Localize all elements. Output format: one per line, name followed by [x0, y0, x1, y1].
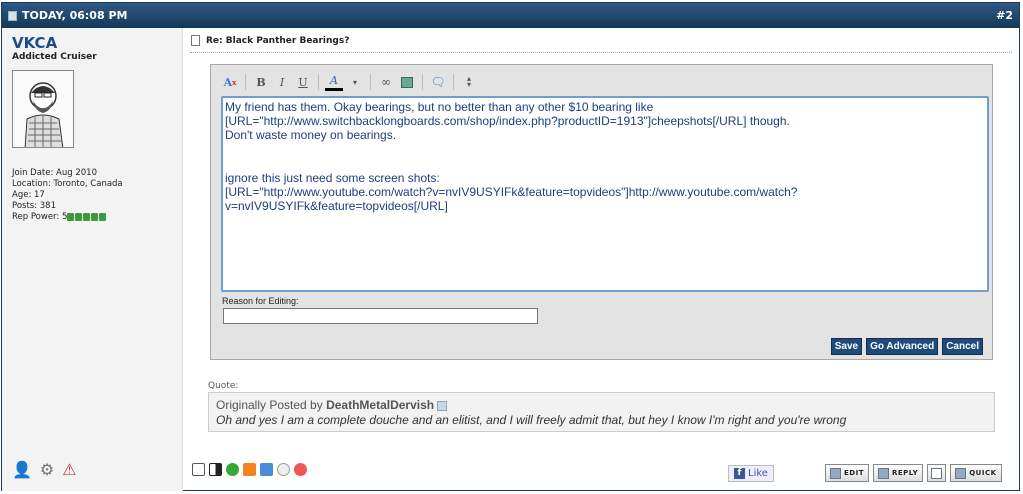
text-color-button[interactable]: A — [325, 73, 343, 91]
post-container: TODAY, 06:08 PM #2 VKCA Addicted Cruiser… — [1, 2, 1020, 491]
message-textarea[interactable]: My friend has them. Okay bearings, but n… — [221, 96, 989, 292]
insert-image-icon[interactable] — [398, 73, 416, 91]
multi-quote-button[interactable] — [927, 464, 947, 482]
insert-link-icon[interactable]: ∞ — [377, 73, 395, 91]
underline-button[interactable]: U — [294, 73, 312, 91]
reputation-bar[interactable] — [67, 212, 107, 221]
reason-label: Reason for Editing: — [222, 296, 299, 306]
reply-icon — [877, 467, 889, 479]
post-page-icon — [191, 35, 200, 46]
post-count: Posts: 381 — [12, 201, 57, 211]
rep-block — [91, 212, 99, 221]
rep-block — [99, 212, 107, 221]
post-date-text: TODAY, 06:08 PM — [22, 9, 128, 22]
editor-buttons: Save Go Advanced Cancel — [830, 338, 983, 355]
save-button[interactable]: Save — [830, 338, 863, 355]
post-title-row: Re: Black Panther Bearings? — [191, 35, 349, 46]
delicious-icon[interactable] — [209, 463, 222, 476]
toolbar-separator — [422, 74, 423, 90]
toolbar-separator — [370, 74, 371, 90]
rep-power: Rep Power: 5 — [12, 212, 123, 223]
multi-quote-icon — [931, 467, 943, 479]
quick-reply-icon — [955, 467, 967, 479]
reply-button[interactable]: REPLY — [872, 464, 924, 482]
user-info: Join Date: Aug 2010 Location: Toronto, C… — [12, 168, 123, 223]
user-profile-icon[interactable]: 👤 — [12, 460, 32, 479]
user-action-icons: 👤 ⚙ ⚠ — [12, 460, 77, 479]
rep-power-label: Rep Power: 5 — [12, 212, 68, 222]
rep-block — [83, 212, 91, 221]
blogger-icon[interactable] — [243, 463, 256, 476]
stumbleupon-icon[interactable] — [226, 463, 239, 476]
social-bookmarks — [192, 463, 307, 476]
title-divider — [190, 52, 1012, 53]
rep-block — [67, 212, 75, 221]
cancel-button[interactable]: Cancel — [942, 338, 983, 355]
italic-button[interactable]: I — [273, 73, 291, 91]
resize-editor-icon[interactable]: ▴ ▾ — [460, 73, 478, 91]
edit-button[interactable]: EDIT — [825, 464, 869, 482]
facebook-like-button[interactable]: f Like — [728, 465, 774, 482]
quote-prefix: Originally Posted by — [216, 398, 327, 412]
quote-box: Originally Posted by DeathMetalDervish O… — [208, 392, 995, 432]
reddit-icon[interactable] — [277, 463, 290, 476]
reply-label: REPLY — [891, 469, 919, 477]
edit-label: EDIT — [844, 469, 864, 477]
post-header: TODAY, 06:08 PM #2 — [2, 3, 1019, 28]
post-title: Re: Black Panther Bearings? — [206, 35, 350, 46]
facebook-icon: f — [734, 468, 745, 479]
post-number-link[interactable]: #2 — [996, 9, 1013, 22]
quick-edit-editor: Ax B I U A ▾ ∞ 🗨 ▴ ▾ My friend has them. … — [210, 64, 993, 360]
post-date: TODAY, 06:08 PM — [8, 9, 127, 22]
user-avatar[interactable] — [12, 70, 74, 148]
user-sidebar: VKCA Addicted Cruiser Join Date: Aug 201… — [2, 28, 183, 491]
location: Location: Toronto, Canada — [12, 179, 123, 189]
editor-toolbar: Ax B I U A ▾ ∞ 🗨 ▴ ▾ — [221, 71, 478, 93]
post-doc-icon — [8, 10, 17, 21]
reason-input[interactable] — [223, 308, 538, 324]
digg-icon[interactable] — [192, 463, 205, 476]
like-label: Like — [748, 468, 768, 479]
join-date: Join Date: Aug 2010 — [12, 168, 97, 178]
bold-button[interactable]: B — [252, 73, 270, 91]
technorati-icon[interactable] — [294, 463, 307, 476]
user-title: Addicted Cruiser — [12, 52, 97, 62]
rep-block — [75, 212, 83, 221]
quote-text: Oh and yes I am a complete douche and an… — [216, 413, 847, 427]
avatar-drawing-icon — [13, 71, 73, 147]
post-actions: EDIT REPLY QUICK — [825, 464, 1002, 482]
quote-author: DeathMetalDervish — [326, 398, 435, 412]
quote-attribution: Originally Posted by DeathMetalDervish — [216, 398, 987, 412]
age: Age: 17 — [12, 190, 45, 200]
google-bookmark-icon[interactable] — [260, 463, 273, 476]
report-post-icon[interactable]: ⚠ — [62, 460, 76, 479]
reputation-icon[interactable]: ⚙ — [40, 460, 54, 479]
edit-icon — [830, 467, 841, 479]
quick-reply-button[interactable]: QUICK — [950, 464, 1002, 482]
username-link[interactable]: VKCA — [12, 34, 57, 52]
toolbar-separator — [318, 74, 319, 90]
insert-quote-icon[interactable]: 🗨 — [429, 73, 447, 91]
quick-label: QUICK — [969, 469, 997, 477]
toolbar-separator — [245, 74, 246, 90]
color-dropdown-icon[interactable]: ▾ — [346, 73, 364, 91]
toolbar-separator — [453, 74, 454, 90]
remove-format-icon[interactable]: Ax — [221, 73, 239, 91]
view-post-icon[interactable] — [437, 400, 448, 411]
go-advanced-button[interactable]: Go Advanced — [866, 338, 939, 355]
quote-label: Quote: — [208, 381, 239, 391]
